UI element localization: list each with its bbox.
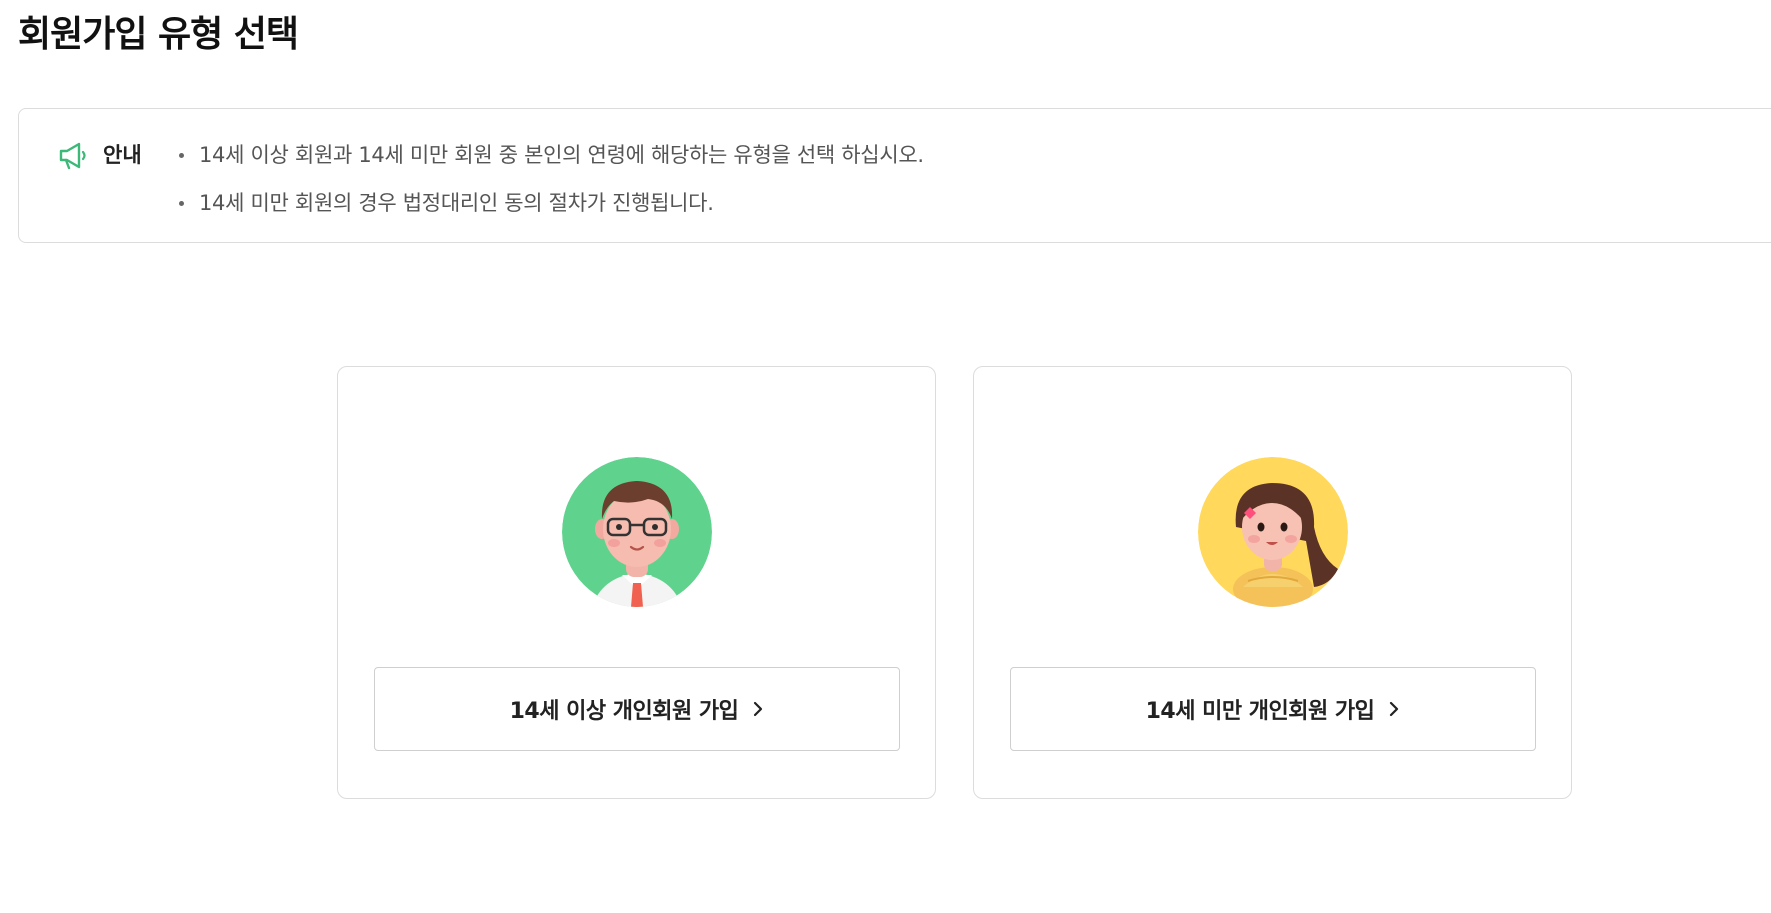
adult-signup-card: 14세 이상 개인회원 가입 (337, 366, 936, 799)
chevron-right-icon (1388, 700, 1400, 718)
notice-label: 안내 (103, 143, 142, 167)
signup-type-page: 회원가입 유형 선택 안내 14세 이상 회원과 14세 미만 회원 중 본인의… (0, 0, 1771, 913)
adult-signup-label: 14세 이상 개인회원 가입 (509, 699, 739, 724)
child-signup-label: 14세 미만 개인회원 가입 (1145, 699, 1375, 724)
adult-avatar (562, 457, 712, 607)
child-signup-button[interactable]: 14세 미만 개인회원 가입 (1010, 667, 1536, 751)
page-title: 회원가입 유형 선택 (18, 14, 299, 55)
notice-item: 14세 이상 회원과 14세 미만 회원 중 본인의 연령에 해당하는 유형을 … (177, 139, 924, 171)
child-signup-card: 14세 미만 개인회원 가입 (973, 366, 1572, 799)
megaphone-icon (57, 139, 91, 171)
notice-box: 안내 14세 이상 회원과 14세 미만 회원 중 본인의 연령에 해당하는 유… (18, 108, 1771, 243)
child-avatar (1198, 457, 1348, 607)
notice-item: 14세 미만 회원의 경우 법정대리인 동의 절차가 진행됩니다. (177, 187, 924, 219)
notice-list: 14세 이상 회원과 14세 미만 회원 중 본인의 연령에 해당하는 유형을 … (177, 139, 924, 235)
adult-signup-button[interactable]: 14세 이상 개인회원 가입 (374, 667, 900, 751)
chevron-right-icon (752, 700, 764, 718)
